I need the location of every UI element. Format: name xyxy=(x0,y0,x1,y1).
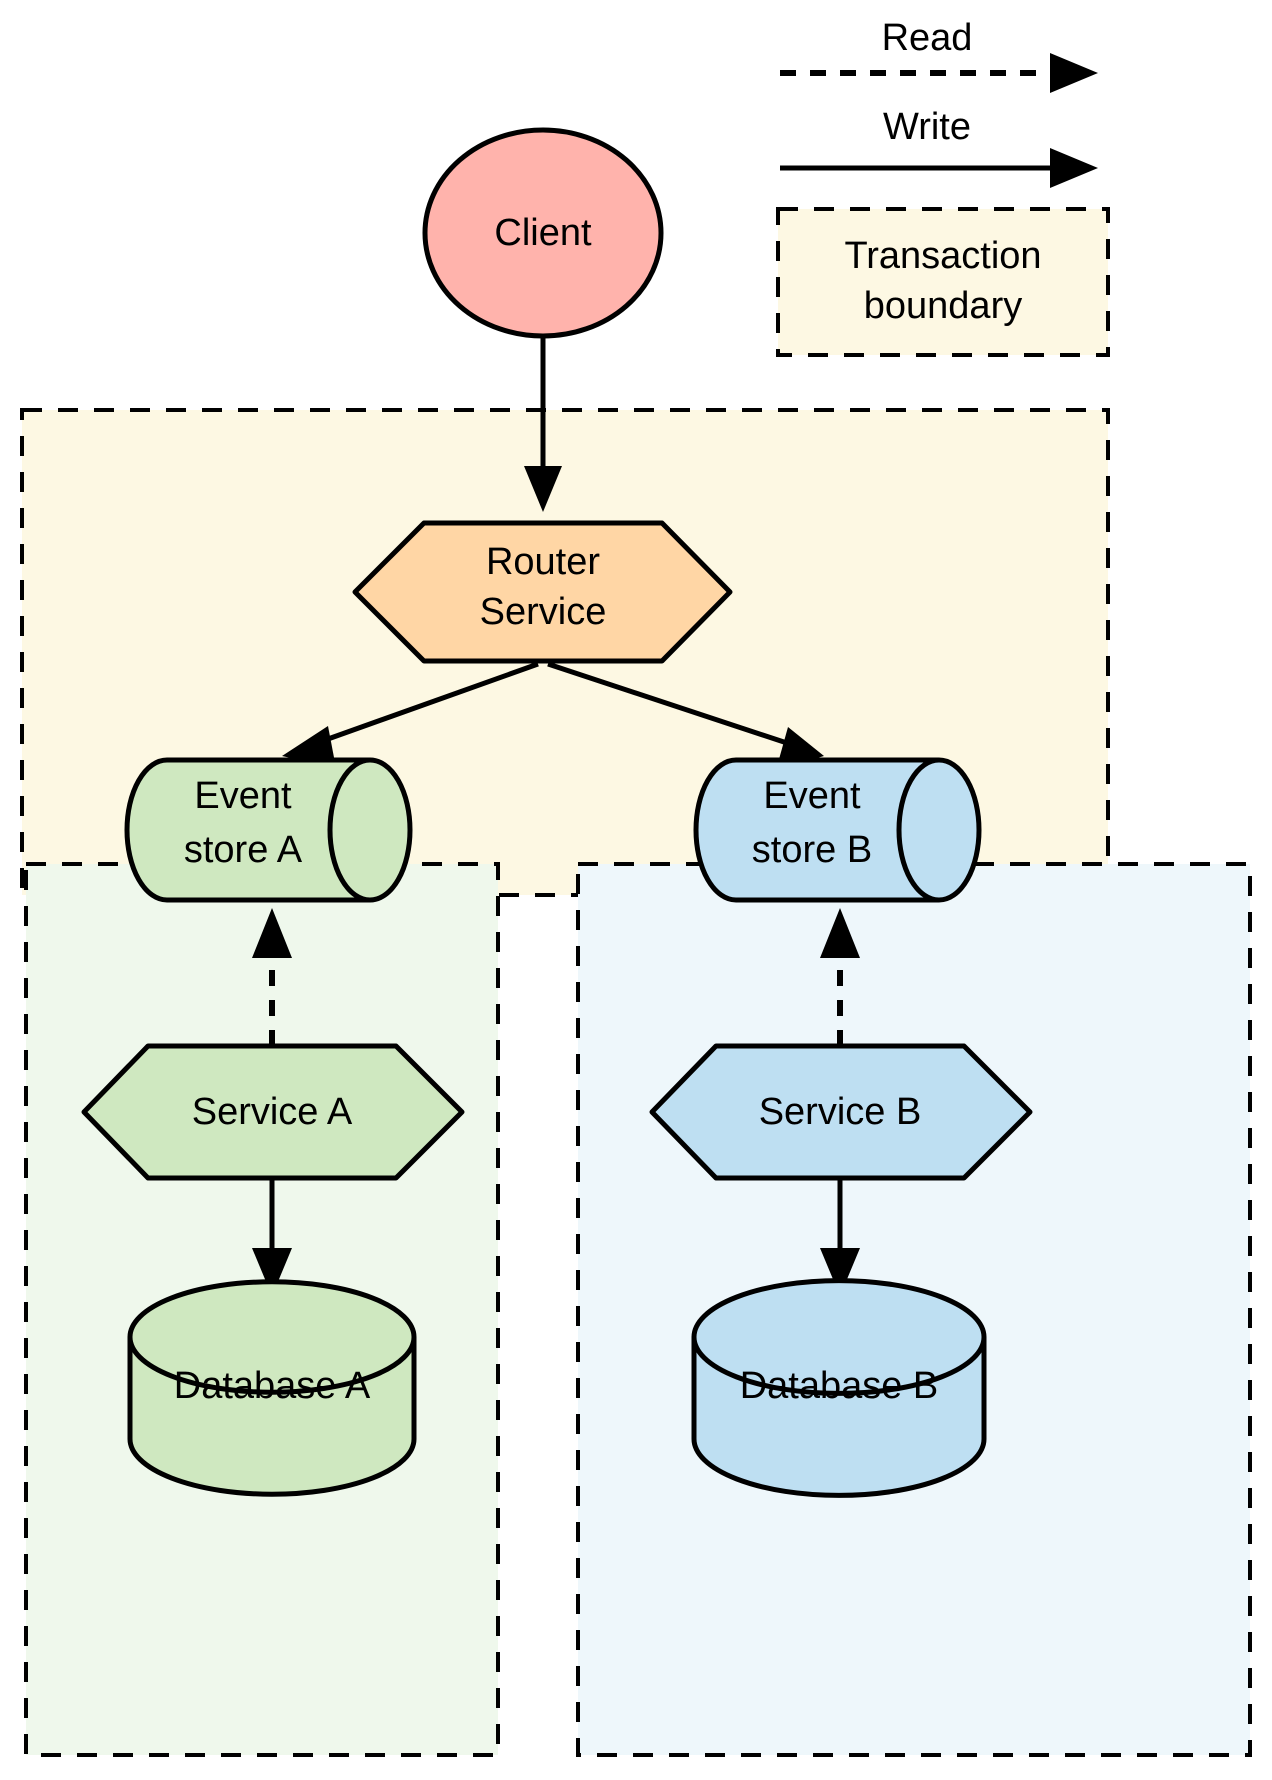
node-database-a[interactable]: Database A xyxy=(127,1279,417,1497)
diagram-canvas: Client Router Service Event store A Even… xyxy=(20,17,1252,1757)
node-service-b[interactable]: Service B xyxy=(649,1043,1033,1181)
node-event-store-a[interactable]: Event store A xyxy=(124,757,413,903)
legend-read-entry: Read xyxy=(780,17,1098,93)
legend-transaction-boundary-label-line1: Transaction xyxy=(844,235,1041,277)
legend-write-label: Write xyxy=(883,106,971,148)
node-client[interactable]: Client xyxy=(422,127,664,339)
legend: Read Write Transaction boundary xyxy=(776,17,1110,357)
architecture-diagram: Client Router Service Event store A Even… xyxy=(0,0,1272,1780)
legend-write-entry: Write xyxy=(780,106,1098,188)
solid-arrow-right-icon xyxy=(1050,148,1098,188)
node-router-service[interactable]: Router Service xyxy=(352,520,733,664)
node-event-store-b[interactable]: Event store B xyxy=(693,757,982,903)
dashed-arrow-right-icon xyxy=(1050,53,1098,93)
node-database-b[interactable]: Database B xyxy=(691,1278,987,1498)
legend-transaction-boundary-label-line2: boundary xyxy=(864,285,1022,327)
node-service-a[interactable]: Service A xyxy=(81,1043,465,1181)
legend-read-label: Read xyxy=(882,17,973,59)
legend-transaction-boundary-entry: Transaction boundary xyxy=(776,207,1110,357)
legend-transaction-boundary-swatch xyxy=(776,207,1110,357)
